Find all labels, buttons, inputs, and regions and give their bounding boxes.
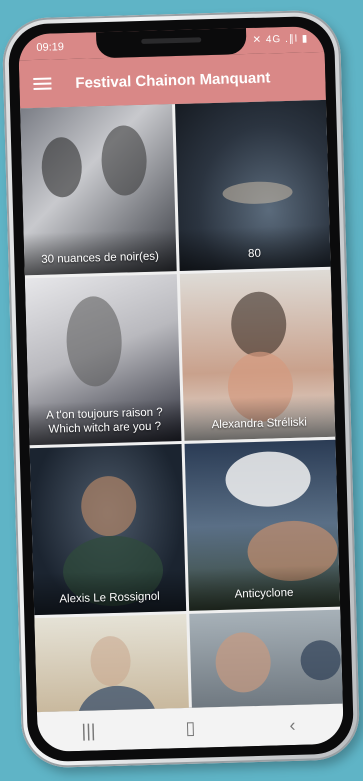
show-tile-anticyclone[interactable]: Anticyclone bbox=[184, 439, 341, 611]
show-tile-man-glasses[interactable] bbox=[188, 609, 343, 713]
phone-bezel: 09:19 ✕ 4G .∥l ▮ Festival Chainon Manqua… bbox=[7, 15, 355, 763]
show-grid: 30 nuances de noir(es) 80 A t'on toujour… bbox=[20, 99, 343, 713]
status-time: 09:19 bbox=[36, 41, 65, 54]
show-tile-alexis-le-rossignol[interactable]: Alexis Le Rossignol bbox=[29, 444, 186, 616]
show-tile-which-witch[interactable]: A t'on toujours raison ? Which witch are… bbox=[24, 274, 181, 446]
phone-frame: 09:19 ✕ 4G .∥l ▮ Festival Chainon Manqua… bbox=[1, 9, 361, 769]
show-tile-label: A t'on toujours raison ? Which witch are… bbox=[45, 406, 163, 436]
app-bar: Festival Chainon Manquant bbox=[18, 51, 326, 109]
recent-apps-icon[interactable]: ||| bbox=[58, 719, 119, 742]
show-tile-group-photo[interactable] bbox=[34, 613, 191, 713]
screen: 09:19 ✕ 4G .∥l ▮ Festival Chainon Manqua… bbox=[18, 25, 344, 753]
show-tile-30-nuances[interactable]: 30 nuances de noir(es) bbox=[20, 104, 177, 276]
camera-notch bbox=[96, 28, 247, 59]
hamburger-menu-icon[interactable] bbox=[33, 75, 55, 92]
back-icon[interactable]: ‹ bbox=[262, 714, 323, 737]
home-icon[interactable]: ▯ bbox=[160, 717, 221, 740]
android-nav-bar: ||| ▯ ‹ bbox=[36, 703, 344, 753]
app-title: Festival Chainon Manquant bbox=[75, 68, 271, 92]
status-icons: ✕ 4G .∥l ▮ bbox=[252, 33, 309, 46]
speaker-grille bbox=[141, 37, 202, 44]
show-tile-80[interactable]: 80 bbox=[174, 99, 331, 272]
show-tile-alexandra-streliski[interactable]: Alexandra Stréliski bbox=[179, 269, 336, 441]
